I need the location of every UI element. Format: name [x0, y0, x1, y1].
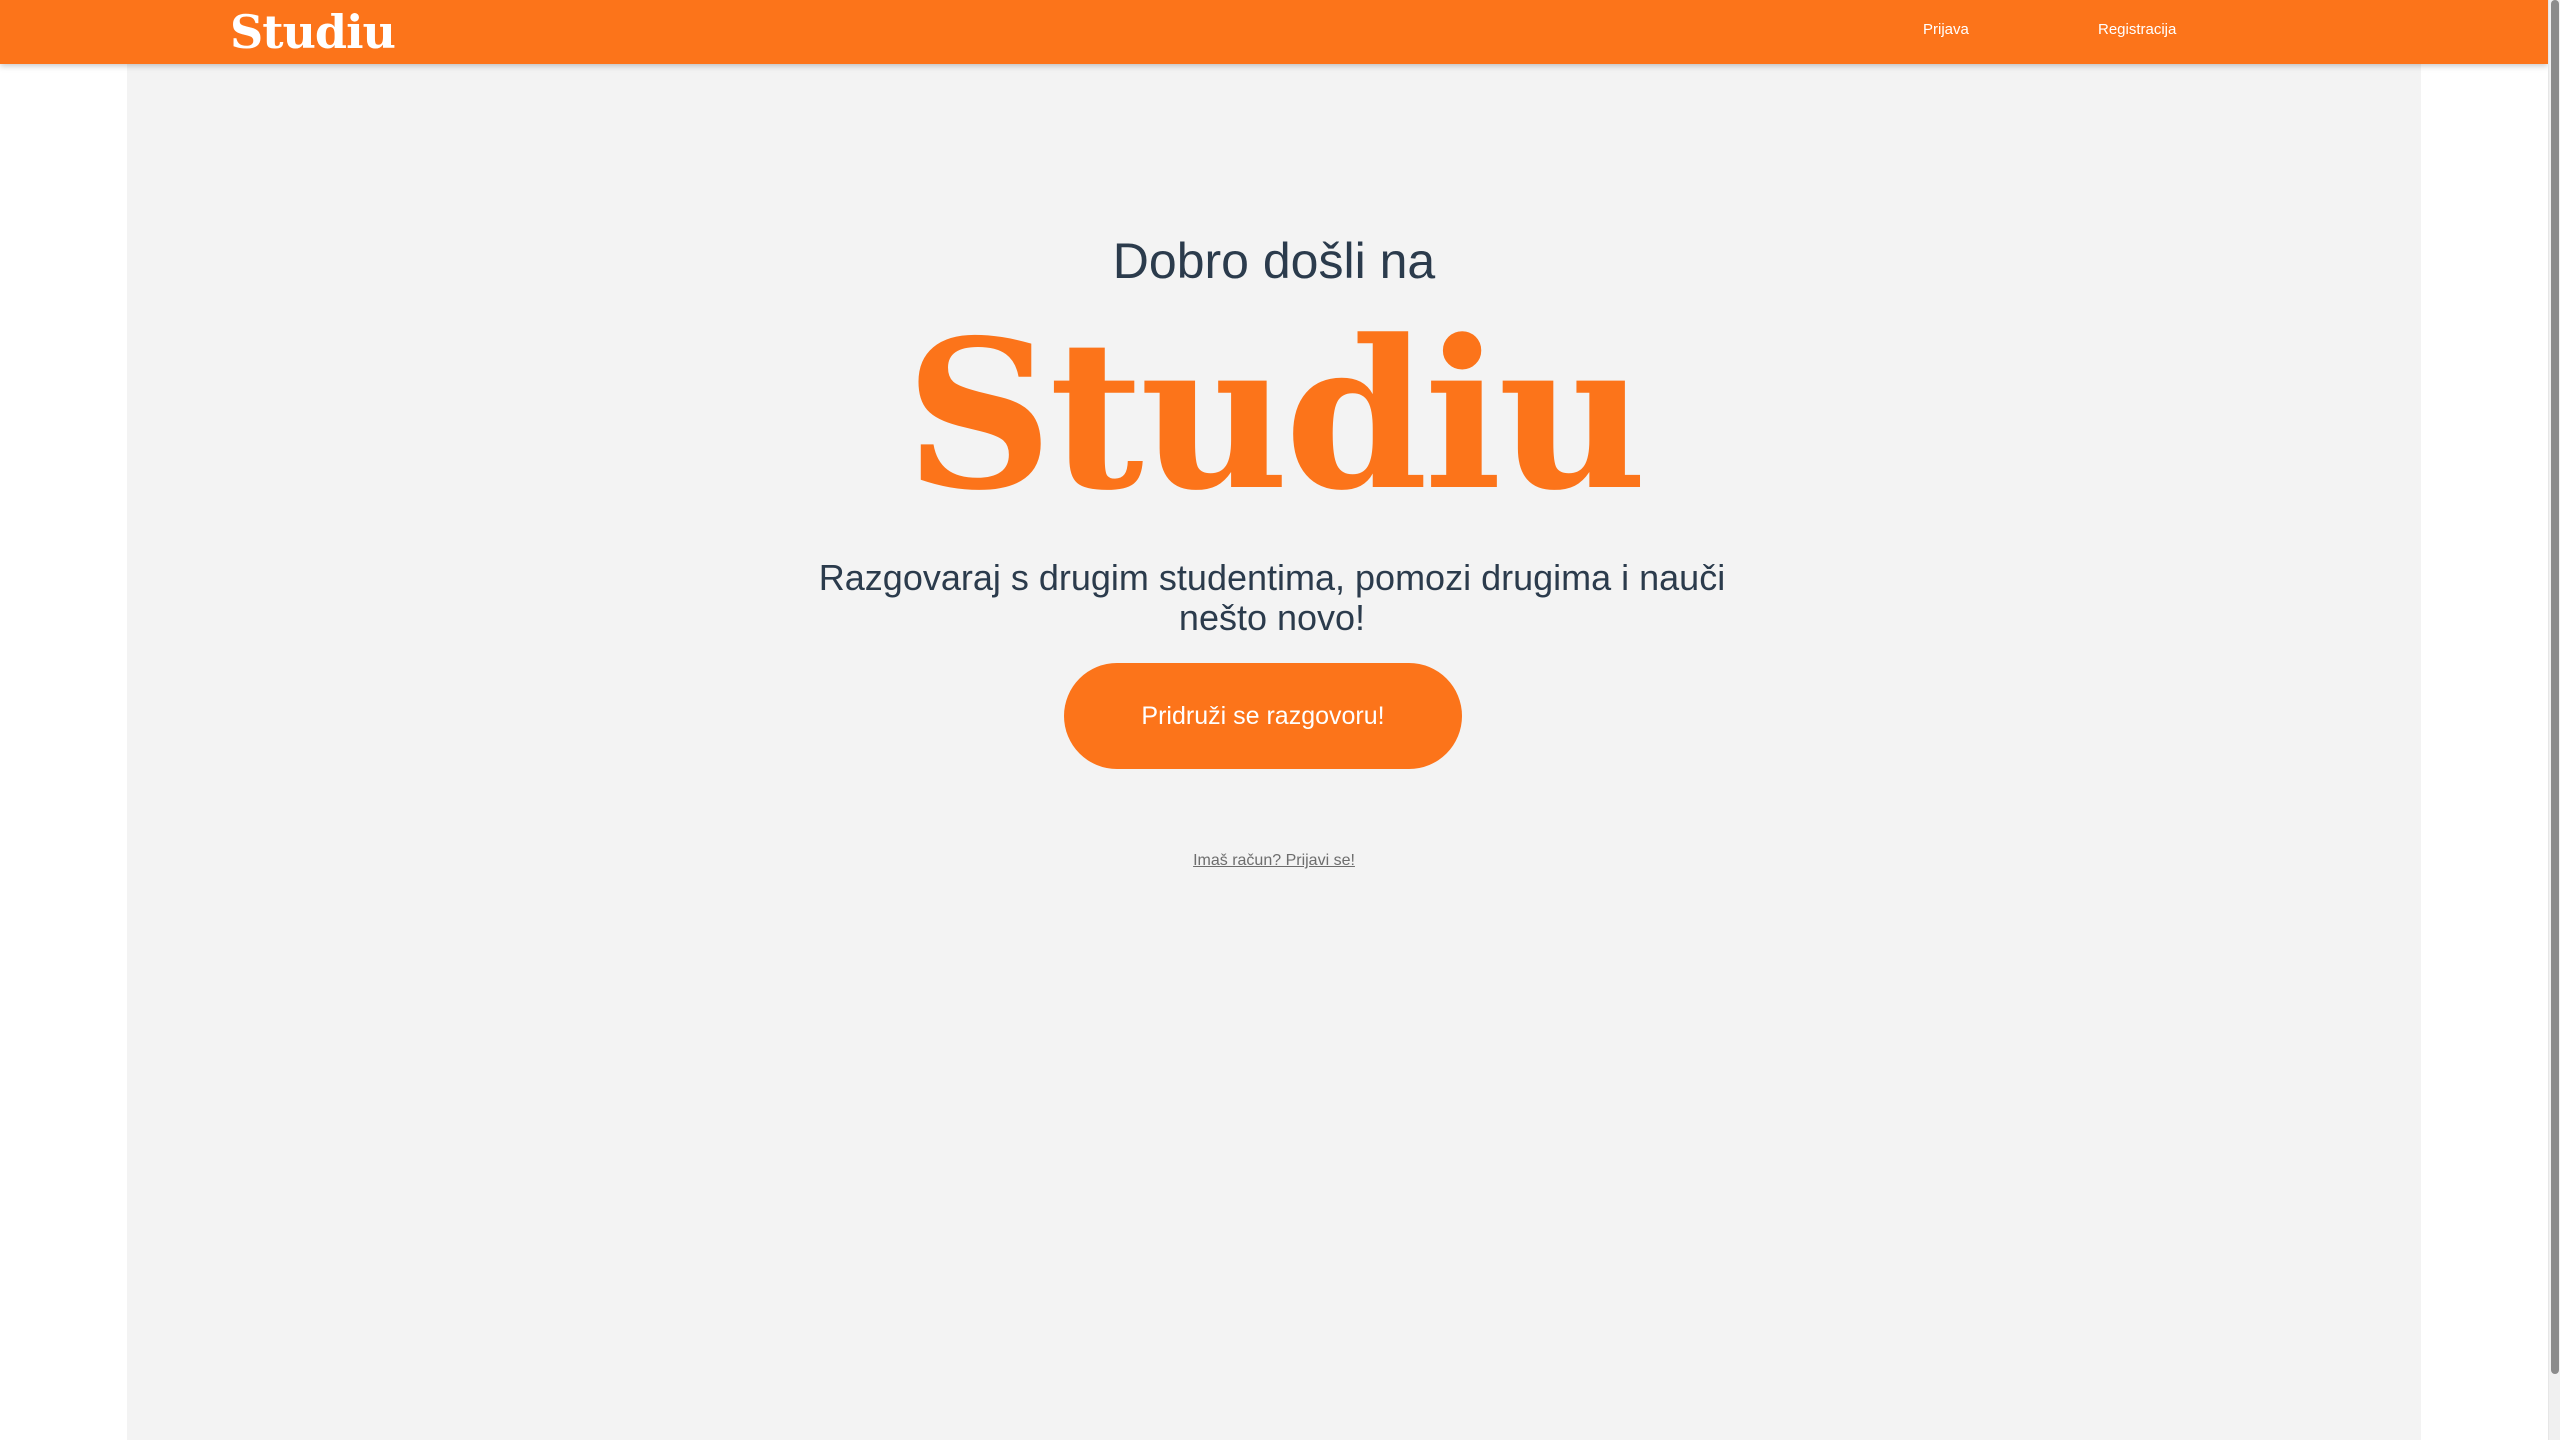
login-prompt-link[interactable]: Imaš račun? Prijavi se!: [127, 852, 2421, 870]
page: Studiu Prijava Registracija Dobro došli …: [0, 0, 2560, 1440]
hero-brand-logo: Studiu: [904, 296, 1647, 536]
header-logo[interactable]: Studiu: [230, 4, 396, 60]
welcome-heading: Dobro došli na: [1112, 233, 1436, 289]
nav-login-link[interactable]: Prijava: [1923, 0, 1969, 60]
join-conversation-button[interactable]: Pridruži se razgovoru!: [1064, 663, 1462, 769]
nav-register-link[interactable]: Registracija: [2098, 0, 2176, 60]
top-navbar: Studiu Prijava Registracija: [0, 0, 2548, 64]
hero-tagline: Razgovaraj s drugim studentima, pomozi d…: [818, 557, 1726, 638]
main-content: Dobro došli na Studiu Razgovaraj s drugi…: [127, 64, 2421, 1440]
scrollbar-thumb[interactable]: [2551, 0, 2559, 1374]
vertical-scrollbar[interactable]: [2548, 0, 2560, 1440]
